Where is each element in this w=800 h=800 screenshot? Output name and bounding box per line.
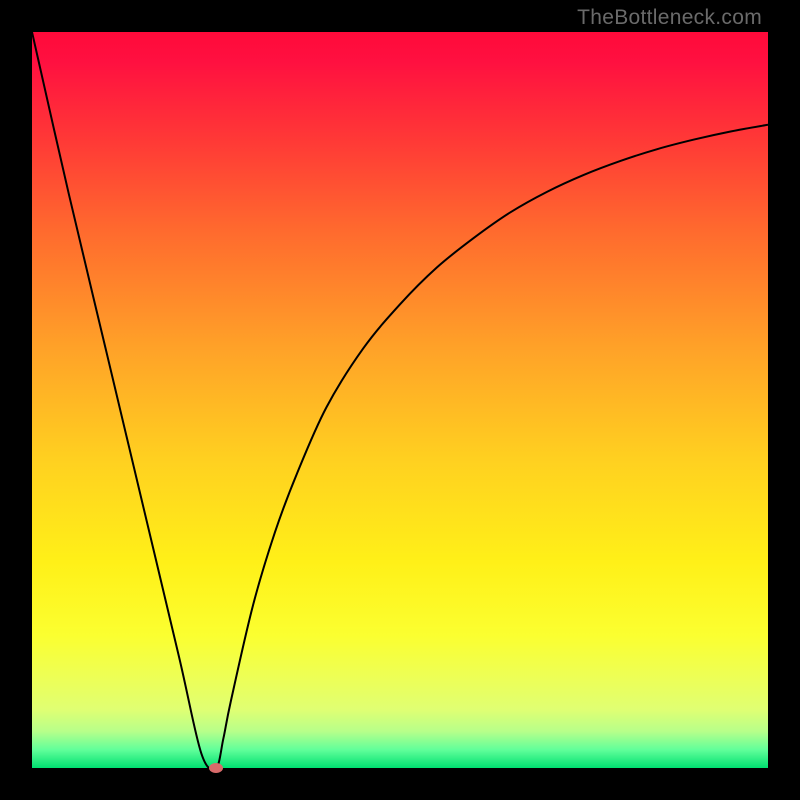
chart-plot-area [32,32,768,768]
bottleneck-curve [32,32,768,768]
watermark-label: TheBottleneck.com [577,6,762,30]
min-marker [209,763,223,773]
